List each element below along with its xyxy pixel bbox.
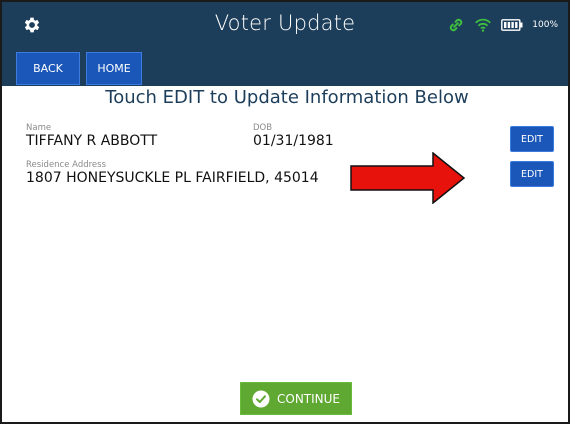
edit-name-button[interactable]: EDIT bbox=[510, 126, 554, 152]
title-bar: Voter Update 100% bbox=[2, 2, 568, 46]
header: Voter Update 100% BACK HOME bbox=[2, 2, 568, 86]
link-icon bbox=[447, 16, 465, 34]
app-window: Voter Update 100% BACK HOME Touch EDIT t… bbox=[0, 0, 570, 424]
name-label: Name bbox=[26, 123, 52, 133]
dob-label: DOB bbox=[253, 123, 273, 133]
battery-percent: 100% bbox=[532, 20, 558, 30]
continue-button[interactable]: CONTINUE bbox=[240, 382, 352, 415]
continue-label: CONTINUE bbox=[277, 391, 341, 406]
dob-value: 01/31/1981 bbox=[253, 133, 334, 149]
arrow-icon bbox=[350, 151, 466, 205]
instruction-text: Touch EDIT to Update Information Below bbox=[105, 87, 469, 108]
status-indicators: 100% bbox=[447, 16, 558, 34]
edit-address-button[interactable]: EDIT bbox=[510, 161, 554, 187]
address-label: Residence Address bbox=[26, 160, 107, 170]
battery-icon bbox=[501, 19, 523, 31]
check-circle-icon bbox=[252, 390, 270, 408]
home-button[interactable]: HOME bbox=[86, 52, 142, 85]
wifi-icon bbox=[474, 17, 492, 33]
back-button[interactable]: BACK bbox=[16, 52, 80, 85]
address-value: 1807 HONEYSUCKLE PL FAIRFIELD, 45014 bbox=[26, 170, 319, 186]
name-value: TIFFANY R ABBOTT bbox=[26, 133, 158, 149]
